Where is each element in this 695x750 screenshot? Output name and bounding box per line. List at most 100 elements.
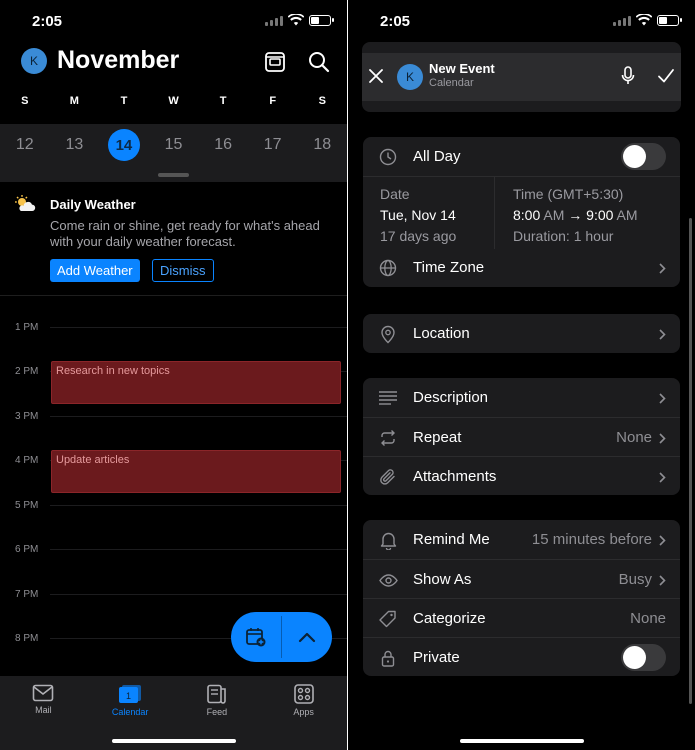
save-checkmark-icon[interactable] — [657, 68, 675, 89]
dismiss-button[interactable]: Dismiss — [152, 259, 214, 282]
close-icon[interactable] — [368, 68, 384, 89]
show-as-value: Busy — [618, 570, 652, 588]
weather-icon — [14, 195, 36, 218]
avatar-initial: K — [405, 70, 414, 84]
date-cell[interactable]: 16 — [198, 136, 248, 154]
remind-me-value: 15 minutes before — [531, 531, 652, 548]
weekday-header: S M T W T F S — [0, 95, 347, 107]
date-label: Date — [380, 186, 410, 202]
date-cell[interactable]: 18 — [297, 136, 347, 154]
location-label: Location — [413, 325, 470, 342]
avatar: K — [397, 64, 423, 90]
avatar[interactable]: K — [21, 48, 47, 74]
day-view-icon[interactable] — [261, 48, 289, 76]
weather-card: Daily Weather Come rain or shine, get re… — [0, 182, 347, 296]
status-time: 2:05 — [380, 13, 411, 30]
all-day-label: All Day — [413, 148, 461, 165]
hour-label: 7 PM — [15, 589, 39, 600]
time-zone-row[interactable]: Time Zone — [363, 248, 680, 287]
signal-icon — [613, 15, 631, 26]
tab-mail[interactable]: Mail — [0, 676, 87, 750]
date-cell[interactable]: 13 — [50, 136, 100, 154]
hour-label: 3 PM — [15, 411, 39, 422]
repeat-row[interactable]: Repeat None — [363, 417, 680, 456]
hour-label: 5 PM — [15, 500, 39, 511]
calendar-screen: 2:05 K November S M T W T F S 12 13 14 1… — [0, 0, 347, 750]
feed-icon — [207, 684, 226, 704]
description-row[interactable]: Description — [363, 378, 680, 417]
calendar-name[interactable]: Calendar — [429, 77, 474, 89]
weekday-label: T — [219, 95, 227, 107]
options-card: Remind Me 15 minutes before Show As Busy… — [363, 520, 680, 676]
weekday-label: S — [318, 95, 326, 107]
date-picker[interactable]: Date Tue, Nov 14 17 days ago — [380, 184, 456, 247]
battery-icon — [657, 14, 682, 26]
expand-handle[interactable] — [158, 173, 189, 177]
repeat-label: Repeat — [413, 428, 462, 446]
search-icon[interactable] — [305, 48, 333, 76]
paperclip-icon — [378, 467, 398, 487]
wifi-icon — [288, 14, 304, 26]
weekday-label: W — [168, 95, 179, 107]
lock-icon — [378, 648, 398, 668]
repeat-icon — [378, 428, 398, 448]
event-title[interactable]: New Event — [429, 61, 495, 76]
private-label: Private — [413, 648, 460, 666]
eye-icon — [378, 570, 398, 590]
new-event-icon[interactable] — [231, 612, 282, 662]
chevron-right-icon — [659, 431, 666, 449]
tab-label: Calendar — [111, 707, 149, 717]
calendar-event[interactable]: Research in new topics — [51, 361, 341, 404]
hour-line — [50, 327, 347, 328]
arrow-icon: → — [568, 207, 583, 223]
status-icons — [613, 14, 682, 26]
date-time-section: Date Tue, Nov 14 17 days ago Time (GMT+5… — [363, 176, 680, 249]
all-day-toggle[interactable] — [621, 143, 666, 170]
status-bar: 2:05 — [0, 0, 347, 42]
time-end: 9:00 — [586, 207, 614, 223]
time-picker[interactable]: Time (GMT+5:30) 8:00 AM → 9:00 AM Durati… — [513, 184, 638, 247]
date-cell[interactable]: 15 — [149, 136, 199, 154]
microphone-icon[interactable] — [621, 66, 635, 91]
attachments-row[interactable]: Attachments — [363, 456, 680, 495]
weather-description: Come rain or shine, get ready for what's… — [50, 218, 320, 249]
location-row[interactable]: Location — [363, 314, 680, 353]
chevron-right-icon — [659, 261, 666, 279]
remind-me-row[interactable]: Remind Me 15 minutes before — [363, 520, 680, 559]
calendar-event[interactable]: Update articles — [51, 450, 341, 493]
calendar-icon: 1 — [119, 685, 142, 703]
signal-icon — [265, 15, 283, 26]
private-toggle[interactable] — [621, 643, 666, 671]
time-zone-label: Time Zone — [413, 259, 485, 276]
hour-line — [50, 594, 347, 595]
hour-line — [50, 549, 347, 550]
hour-label: 1 PM — [15, 322, 39, 333]
time-start: 8:00 — [513, 207, 541, 223]
chevron-right-icon — [659, 327, 666, 345]
home-indicator[interactable] — [111, 739, 236, 743]
private-row[interactable]: Private — [363, 637, 680, 676]
calendar-header: K November — [0, 42, 347, 82]
month-title[interactable]: November — [57, 46, 179, 75]
hour-label: 8 PM — [15, 633, 39, 644]
show-as-row[interactable]: Show As Busy — [363, 559, 680, 598]
date-cell-selected[interactable]: 14 — [99, 129, 149, 161]
description-label: Description — [413, 389, 489, 406]
repeat-value: None — [616, 428, 652, 446]
date-cell[interactable]: 12 — [0, 136, 50, 154]
date-cell[interactable]: 17 — [248, 136, 298, 154]
battery-icon — [309, 14, 334, 26]
chevron-right-icon — [659, 533, 666, 551]
apps-icon — [293, 684, 314, 704]
tag-icon — [378, 609, 398, 629]
weekday-label: F — [269, 95, 277, 107]
add-weather-button[interactable]: Add Weather — [50, 259, 140, 282]
chevron-right-icon — [659, 470, 666, 488]
home-indicator[interactable] — [459, 739, 584, 743]
scrollbar[interactable] — [689, 218, 692, 704]
categorize-row[interactable]: Categorize None — [363, 598, 680, 637]
date-time-card: All Day Date Tue, Nov 14 17 days ago Tim… — [363, 137, 680, 287]
chevron-up-icon[interactable] — [282, 612, 333, 662]
tab-apps[interactable]: Apps — [260, 676, 347, 750]
all-day-row[interactable]: All Day — [363, 137, 680, 176]
